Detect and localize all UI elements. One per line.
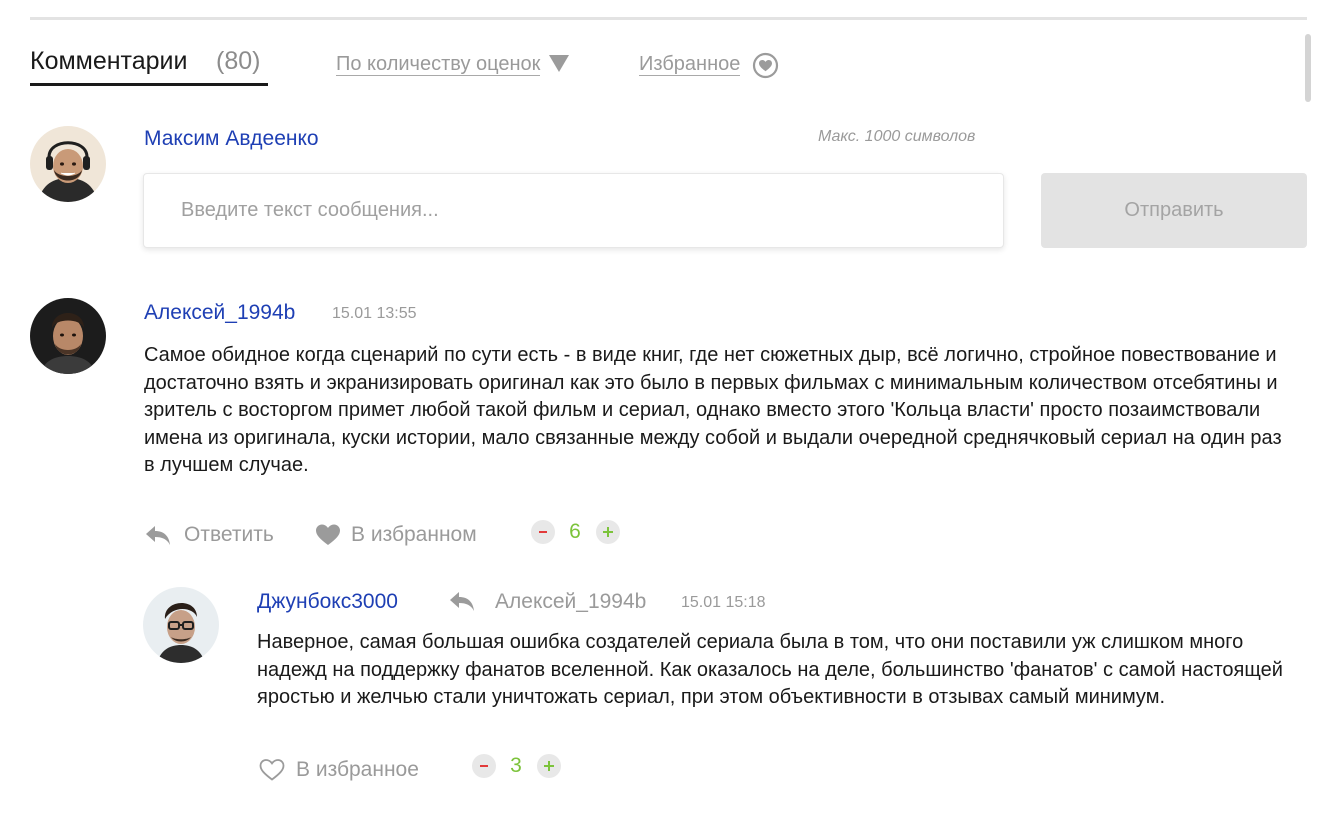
max-length-hint: Макс. 1000 символов	[818, 128, 976, 145]
comment-text: Наверное, самая большая ошибка создателе…	[257, 631, 1283, 708]
sort-by-rating-link[interactable]: По количеству оценок	[336, 53, 570, 77]
reply-label: Ответить	[184, 523, 274, 546]
tab-comments-count: (80)	[216, 47, 261, 75]
favorite-toggle[interactable]: В избранном	[315, 523, 477, 547]
reply-arrow-icon	[146, 526, 170, 545]
favorite-label: В избранное	[296, 758, 419, 781]
heart-filled-icon	[316, 524, 340, 545]
comment-author-avatar[interactable]	[30, 298, 106, 374]
reply-to-author[interactable]: Алексей_1994b	[495, 590, 646, 614]
comment-timestamp: 15.01 13:55	[332, 305, 417, 322]
comment-author-name[interactable]: Алексей_1994b	[144, 301, 295, 325]
heart-circle-icon	[752, 52, 779, 79]
comment-text: Самое обидное когда сценарий по сути ест…	[144, 344, 1282, 476]
scrollbar-thumb[interactable]	[1305, 34, 1311, 102]
favorites-label: Избранное	[639, 53, 741, 76]
favorites-filter-link[interactable]: Избранное	[639, 52, 779, 79]
heart-outline-icon	[259, 759, 285, 781]
comment-author-avatar[interactable]	[143, 587, 219, 663]
vote-score: 3	[510, 754, 522, 777]
triangle-down-icon	[549, 55, 570, 72]
comment-timestamp: 15.01 15:18	[681, 594, 766, 611]
favorite-label: В избранном	[351, 523, 477, 546]
reply-button[interactable]: Ответить	[144, 523, 274, 547]
sort-label: По количеству оценок	[336, 53, 541, 76]
favorite-toggle[interactable]: В избранное	[259, 758, 419, 782]
send-button[interactable]: Отправить	[1041, 173, 1307, 248]
reply-arrow-icon	[450, 592, 474, 611]
vote-score: 6	[569, 520, 581, 543]
tab-comments[interactable]: Комментарии (80)	[30, 46, 268, 86]
current-user-avatar	[30, 126, 106, 202]
vote-up-button[interactable]	[537, 754, 561, 778]
tab-comments-label: Комментарии	[30, 47, 188, 75]
vote-down-button[interactable]	[472, 754, 496, 778]
top-divider	[30, 17, 1307, 20]
vote-down-button[interactable]	[531, 520, 555, 544]
comment-author-name[interactable]: Джунбокс3000	[257, 590, 398, 614]
message-input[interactable]	[143, 173, 1004, 248]
composer-user-name[interactable]: Максим Авдеенко	[144, 127, 319, 151]
vote-up-button[interactable]	[596, 520, 620, 544]
